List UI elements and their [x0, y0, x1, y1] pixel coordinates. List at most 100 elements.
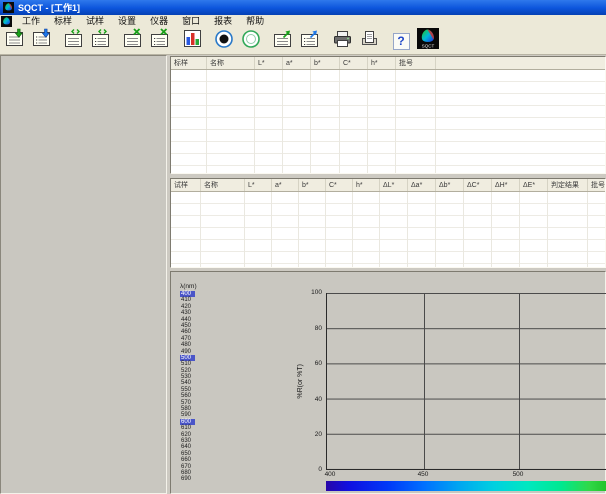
gridline — [424, 293, 425, 469]
y-tick-label: 80 — [315, 325, 322, 333]
column-header[interactable]: Δa* — [408, 179, 436, 191]
spectral-panel: λ(nm) 4004104204304404504604704804905005… — [170, 271, 606, 494]
x-tick-label: 400 — [325, 471, 336, 478]
column-header[interactable]: 批号 — [396, 57, 436, 69]
menu-item[interactable]: 仪器 — [143, 16, 175, 26]
menu-item[interactable]: 工作 — [15, 16, 47, 26]
new-sample-button[interactable] — [29, 29, 55, 53]
delete-standard-button[interactable] — [120, 29, 146, 53]
print-button[interactable] — [329, 29, 355, 53]
empty-column — [201, 192, 245, 267]
standard-table-body[interactable] — [171, 70, 605, 173]
empty-column — [340, 70, 368, 173]
menu-item[interactable]: 报表 — [207, 16, 239, 26]
column-header[interactable]: a* — [272, 179, 299, 191]
empty-column — [396, 70, 436, 173]
y-tick-label: 40 — [315, 396, 322, 404]
column-header[interactable]: b* — [299, 179, 326, 191]
empty-column — [408, 192, 436, 267]
window-title: SQCT - [工作1] — [18, 1, 80, 14]
x-tick-label: 450 — [418, 471, 429, 478]
sample-table[interactable]: 试样名称L*a*b*C*h*ΔL*Δa*Δb*ΔC*ΔH*ΔE*判定结果批号 — [170, 178, 606, 268]
bar-chart-icon — [182, 28, 203, 54]
sqct-logo-button[interactable]: SQCT — [415, 29, 441, 53]
column-header[interactable]: 标样 — [171, 57, 207, 69]
column-header[interactable]: ΔE* — [520, 179, 548, 191]
empty-column — [299, 192, 326, 267]
document-blue-diagonal-arrow-icon — [300, 28, 321, 54]
empty-column — [207, 70, 255, 173]
menu-item[interactable]: 试样 — [79, 16, 111, 26]
empty-column — [326, 192, 353, 267]
white-circle-icon — [240, 28, 262, 55]
menu-item[interactable]: 窗口 — [175, 16, 207, 26]
read-standard-button[interactable] — [61, 29, 87, 53]
column-header[interactable]: C* — [326, 179, 353, 191]
y-tick-label: 100 — [311, 289, 322, 297]
help-button[interactable]: ? — [388, 29, 414, 53]
delete-sample-button[interactable] — [147, 29, 173, 53]
wavelength-item[interactable]: 690 — [180, 476, 195, 482]
column-header[interactable]: ΔL* — [380, 179, 408, 191]
menu-item[interactable]: 标样 — [47, 16, 79, 26]
toolbar: ? SQCT — [0, 28, 606, 55]
column-header[interactable]: Δb* — [436, 179, 464, 191]
column-header[interactable]: L* — [255, 57, 283, 69]
read-sample-button[interactable] — [88, 29, 114, 53]
y-axis-ticks: 020406080100 — [304, 293, 324, 470]
column-header[interactable]: 判定结果 — [548, 179, 588, 191]
column-header[interactable]: a* — [283, 57, 311, 69]
document-green-down-arrow-icon — [5, 28, 26, 54]
wavelength-list[interactable]: λ(nm) 4004104204304404504604704804905005… — [180, 283, 206, 483]
title-bar[interactable]: SQCT - [工作1] — [0, 0, 606, 15]
empty-column — [353, 192, 380, 267]
empty-column — [272, 192, 299, 267]
printer-icon — [332, 28, 353, 54]
sqct-app-icon — [3, 2, 14, 13]
empty-column — [255, 70, 283, 173]
color-bar-chart-button[interactable] — [179, 29, 205, 53]
document-list-green-x-icon — [150, 28, 171, 54]
print-preview-button[interactable] — [356, 29, 382, 53]
empty-column — [171, 192, 201, 267]
standard-table[interactable]: 标样名称L*a*b*C*h*批号 — [170, 56, 606, 174]
column-header[interactable]: ΔC* — [464, 179, 492, 191]
column-header[interactable]: b* — [311, 57, 340, 69]
standard-info-panel — [0, 55, 167, 494]
document-list-green-angle-brackets-icon — [91, 28, 112, 54]
svg-text:SQCT: SQCT — [422, 44, 435, 49]
menu-item[interactable]: 设置 — [111, 16, 143, 26]
standard-table-header: 标样名称L*a*b*C*h*批号 — [171, 57, 605, 70]
empty-column — [464, 192, 492, 267]
empty-column — [436, 192, 464, 267]
column-header[interactable]: h* — [368, 57, 396, 69]
new-standard-button[interactable] — [2, 29, 28, 53]
column-header[interactable]: 试样 — [171, 179, 201, 191]
empty-column — [283, 70, 311, 173]
empty-column — [520, 192, 548, 267]
sample-table-body[interactable] — [171, 192, 605, 267]
column-header[interactable]: C* — [340, 57, 368, 69]
right-column: 标样名称L*a*b*C*h*批号 试样名称L*a*b*C*h*ΔL*Δa*Δb*… — [170, 55, 606, 494]
column-header[interactable]: h* — [353, 179, 380, 191]
column-header[interactable]: 名称 — [201, 179, 245, 191]
y-tick-label: 60 — [315, 360, 322, 368]
empty-column — [368, 70, 396, 173]
sqct-chromaticity-logo-icon: SQCT — [417, 28, 439, 54]
main-area: 标样名称L*a*b*C*h*批号 试样名称L*a*b*C*h*ΔL*Δa*Δb*… — [0, 55, 606, 494]
wavelength-list-header: λ(nm) — [180, 283, 206, 290]
export-standard-button[interactable] — [270, 29, 296, 53]
column-header[interactable]: L* — [245, 179, 272, 191]
column-header[interactable]: 名称 — [207, 57, 255, 69]
menu-item[interactable]: 帮助 — [239, 16, 271, 26]
sample-table-header: 试样名称L*a*b*C*h*ΔL*Δa*Δb*ΔC*ΔH*ΔE*判定结果批号 — [171, 179, 605, 192]
white-calibration-button[interactable] — [238, 29, 264, 53]
column-header[interactable]: 批号 — [588, 179, 606, 191]
black-calibration-button[interactable] — [211, 29, 237, 53]
export-sample-button[interactable] — [297, 29, 323, 53]
x-tick-label: 500 — [513, 471, 524, 478]
reflectance-chart — [326, 293, 606, 470]
column-header[interactable]: ΔH* — [492, 179, 520, 191]
empty-column — [380, 192, 408, 267]
empty-column — [171, 70, 207, 173]
